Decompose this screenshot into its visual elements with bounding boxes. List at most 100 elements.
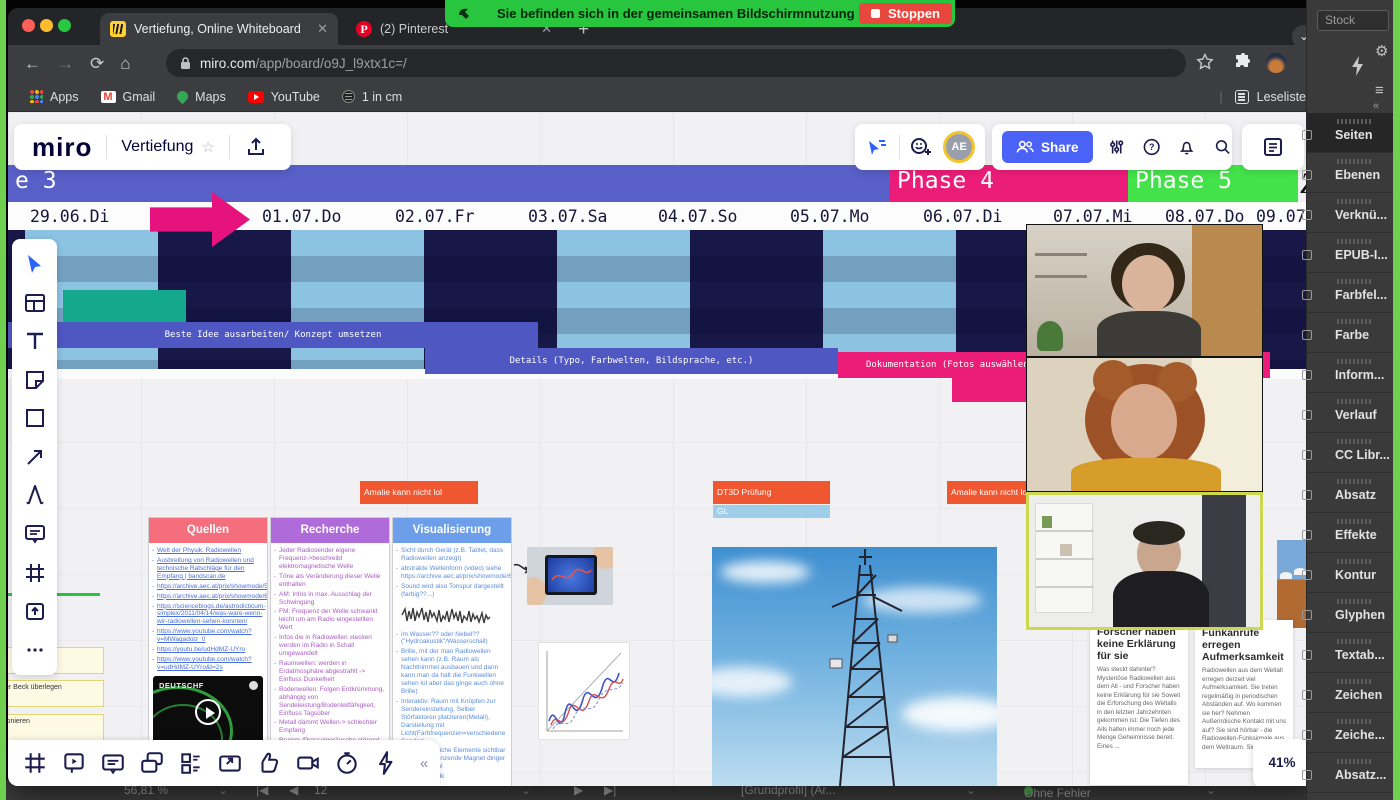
reload-button[interactable]: ⟳ — [90, 54, 104, 74]
screen-share-icon[interactable] — [217, 750, 243, 776]
panel-informationen[interactable]: Inform... — [1307, 353, 1395, 393]
panel-textabschnitt[interactable]: Textab... — [1307, 633, 1395, 673]
phase3-bar[interactable]: e 3 — [8, 165, 890, 202]
miro-logo[interactable]: miro — [32, 132, 92, 163]
participant-video-2[interactable] — [1026, 357, 1263, 492]
panel-farbe[interactable]: Farbe — [1307, 313, 1395, 353]
user-avatar[interactable]: AE — [943, 131, 975, 163]
article-card[interactable]: All- und Forscher haben keine Erklärung … — [1090, 607, 1188, 785]
bookmark-1incm[interactable]: 1 in cm — [342, 90, 402, 104]
reading-list-button[interactable]: |Leseliste — [1219, 82, 1306, 112]
panel-farbfelder[interactable]: Farbfel... — [1307, 273, 1395, 313]
forward-button[interactable]: → — [57, 54, 74, 74]
connection-line-tool[interactable] — [23, 445, 47, 469]
panel-absatz[interactable]: Absatz — [1307, 473, 1395, 513]
panel-absatzformate[interactable]: Absatz... — [1307, 753, 1395, 793]
templates-tool[interactable] — [23, 291, 47, 315]
bookmark-maps[interactable]: Maps — [177, 90, 226, 104]
link-item[interactable]: https://youtu.be/udHdMZ-UYro — [152, 646, 264, 654]
video-camera-icon[interactable] — [295, 750, 321, 776]
quick-actions-lightning-icon[interactable] — [373, 750, 399, 776]
upload-tool[interactable] — [23, 599, 47, 623]
link-item[interactable]: https://www.youtube.com/watch?v=udHdMZ-U… — [152, 656, 264, 672]
gantt-task-bar[interactable]: Details (Typo, Farbwelten, Bildsprache, … — [425, 348, 838, 374]
sticky-note[interactable]: ionieren — [8, 714, 104, 741]
export-icon[interactable] — [244, 135, 268, 159]
video-call-overlay[interactable] — [1026, 224, 1263, 630]
tab-miro[interactable]: Vertiefung, Online Whiteboard ✕ — [100, 13, 338, 45]
kanban-icon[interactable] — [178, 750, 204, 776]
back-button[interactable]: ← — [24, 54, 41, 74]
link-item[interactable]: https://archive.aec.at/prix/showmode/528… — [152, 583, 264, 591]
gear-icon[interactable]: ⚙ — [1375, 42, 1388, 60]
panel-glyphen[interactable]: Glyphen — [1307, 593, 1395, 633]
minimize-window-button[interactable] — [40, 19, 53, 32]
stock-search-field[interactable]: Stock — [1317, 10, 1389, 31]
board-title[interactable]: Vertiefung — [121, 138, 193, 156]
shapes-tool[interactable] — [23, 406, 47, 430]
home-button[interactable]: ⌂ — [120, 54, 130, 74]
card-icon[interactable] — [100, 750, 126, 776]
phase4-bar[interactable]: Phase 4 — [890, 165, 1128, 202]
sticky-note-tool[interactable] — [23, 368, 47, 392]
panel-effekte[interactable]: Effekte — [1307, 513, 1395, 553]
frames-icon[interactable] — [22, 750, 48, 776]
collapse-panels-icon[interactable]: « — [1373, 100, 1379, 112]
zoom-window-button[interactable] — [58, 19, 71, 32]
favorite-star-icon[interactable]: ☆ — [201, 138, 214, 156]
lightning-tool-icon[interactable] — [1351, 56, 1364, 76]
select-cursor-tool[interactable] — [23, 252, 47, 276]
add-reaction-icon[interactable] — [909, 135, 933, 159]
extensions-icon[interactable] — [1234, 53, 1252, 71]
thumbs-up-icon[interactable] — [256, 750, 282, 776]
filters-icon[interactable] — [1107, 135, 1126, 159]
profile-avatar[interactable] — [1266, 53, 1286, 73]
share-button[interactable]: Share — [1002, 131, 1093, 163]
close-tab-icon[interactable]: ✕ — [307, 21, 328, 37]
panel-zeichenformate[interactable]: Zeiche... — [1307, 713, 1395, 753]
panel-seiten[interactable]: Seiten — [1307, 113, 1395, 153]
presentation-icon[interactable] — [61, 750, 87, 776]
stop-sharing-button[interactable]: Stoppen — [859, 3, 952, 24]
help-icon[interactable]: ? — [1142, 135, 1161, 159]
frame-tool[interactable] — [23, 561, 47, 585]
panel-verlauf[interactable]: Verlauf — [1307, 393, 1395, 433]
gantt-task-bar[interactable]: Beste Idee ausarbeiten/ Konzept umsetzen — [8, 322, 538, 348]
gantt-event[interactable]: DT3D Prüfung — [713, 481, 830, 504]
notifications-bell-icon[interactable] — [1177, 135, 1196, 159]
participant-video-1[interactable] — [1026, 224, 1263, 357]
link-item[interactable]: https://archive.aec.at/prix/showmode/699… — [152, 593, 264, 601]
timer-icon[interactable] — [334, 750, 360, 776]
chat-icon[interactable] — [139, 750, 165, 776]
gantt-event[interactable]: Amalie kann nicht lol — [360, 481, 478, 504]
phase5-bar[interactable]: Phase 5 — [1128, 165, 1298, 202]
comment-tool[interactable] — [23, 522, 47, 546]
miro-canvas[interactable]: e 3 Phase 4 Phase 5 Z 29.06.Di 01.07.Do … — [8, 112, 1320, 786]
follow-cursor-icon[interactable] — [865, 135, 889, 159]
gantt-milestone-bar[interactable] — [63, 290, 186, 322]
close-window-button[interactable] — [22, 19, 35, 32]
more-tools[interactable] — [23, 638, 47, 662]
pen-tool[interactable] — [23, 483, 47, 507]
link-item[interactable]: https://www.youtube.com/watch?v=MWagadol… — [152, 628, 264, 644]
collapse-toolbar-button[interactable]: « — [420, 755, 428, 772]
notes-icon[interactable] — [1261, 135, 1285, 159]
link-item[interactable]: Ausbreitung von Radiowellen und technisc… — [152, 557, 264, 581]
bookmark-gmail[interactable]: MGmail — [101, 90, 156, 104]
gantt-event[interactable]: GL — [713, 505, 830, 518]
bookmark-apps[interactable]: Apps — [30, 90, 79, 104]
panel-ebenen[interactable]: Ebenen — [1307, 153, 1395, 193]
address-bar[interactable]: miro.com/app/board/o9J_l9xtx1c=/ — [166, 49, 1186, 77]
bookmark-youtube[interactable]: YouTube — [248, 90, 320, 104]
text-tool[interactable] — [23, 329, 47, 353]
panel-menu-icon[interactable]: ≡ — [1375, 82, 1383, 99]
link-item[interactable]: Welt der Physik: Radiowellen — [152, 547, 264, 555]
link-item[interactable]: https://scienceblogs.de/astrodicticum-si… — [152, 603, 264, 627]
search-icon[interactable] — [1213, 135, 1232, 159]
play-button-icon[interactable] — [195, 699, 221, 725]
panel-verknuepfungen[interactable]: Verknü... — [1307, 193, 1395, 233]
panel-zeichen[interactable]: Zeichen — [1307, 673, 1395, 713]
bookmark-star-icon[interactable] — [1196, 53, 1214, 71]
panel-cc-libraries[interactable]: CC Libr... — [1307, 433, 1395, 473]
tablet-photo[interactable] — [527, 547, 613, 605]
